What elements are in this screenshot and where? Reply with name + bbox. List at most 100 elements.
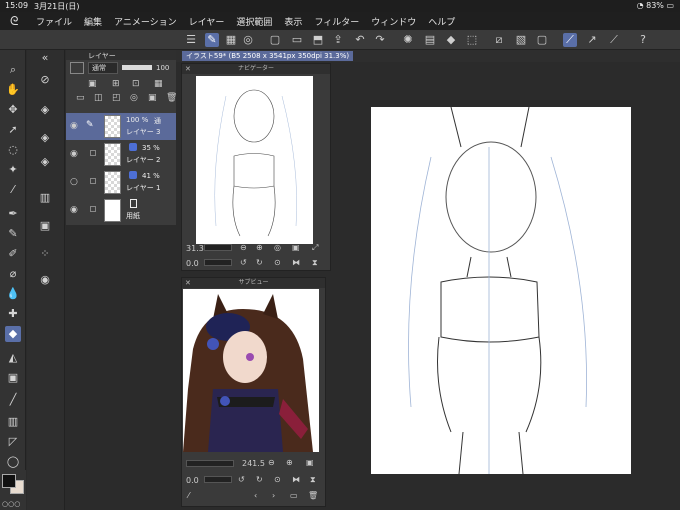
menu-edit[interactable]: 編集 [84, 15, 102, 28]
rotate-right-icon[interactable]: ↻ [256, 258, 263, 267]
flip-horizontal-icon[interactable]: ⧓ [292, 258, 300, 267]
zoom-in-icon[interactable]: ⊕ [256, 243, 263, 252]
pen-tool-icon[interactable]: ✒ [5, 206, 21, 222]
flip-vertical-icon[interactable]: ⧗ [312, 258, 318, 268]
special-ruler-snap-icon[interactable]: ↗ [585, 33, 599, 47]
open-image-icon[interactable]: ▭ [290, 491, 298, 500]
operation-tool-icon[interactable]: ➚ [5, 122, 21, 138]
layer-check[interactable] [90, 178, 96, 184]
layer-property-icon[interactable]: ◉ [37, 272, 53, 288]
save-icon[interactable]: ⬒ [311, 33, 325, 47]
delete-image-icon[interactable]: 🗑 [308, 491, 318, 500]
menu-file[interactable]: ファイル [36, 15, 72, 28]
invert-selection-icon[interactable]: ▧ [514, 33, 528, 47]
next-image-icon[interactable]: › [272, 491, 275, 500]
color-history-icon[interactable]: ▣ [37, 218, 53, 234]
eyedropper-icon[interactable]: ⁄ [188, 491, 189, 500]
app-logo-icon[interactable]: ᘓ [10, 14, 18, 29]
deselect-icon[interactable]: ⧄ [492, 33, 506, 47]
blend-tool-icon[interactable]: 💧 [5, 286, 21, 302]
eye-icon[interactable]: ○ [70, 177, 78, 187]
loading-icon[interactable]: ✺ [401, 33, 415, 47]
close-icon[interactable]: ✕ [185, 278, 191, 288]
clear-icon[interactable]: ▤ [423, 33, 437, 47]
menu-view[interactable]: 表示 [284, 15, 302, 28]
flip-vertical-icon[interactable]: ⧗ [310, 475, 316, 485]
close-icon[interactable]: ✕ [185, 64, 191, 74]
fill-tool-icon[interactable]: ◭ [5, 350, 21, 366]
undo-icon[interactable]: ↶ [353, 33, 367, 47]
transparent-color-icon[interactable]: ○○○ [2, 500, 20, 508]
eraser-tool-icon[interactable]: ◆ [5, 326, 21, 342]
fit-icon[interactable]: ▣ [306, 458, 314, 467]
clip-icon[interactable]: ⊞ [112, 79, 120, 89]
speech-bubble-icon[interactable]: ◯ [5, 454, 21, 470]
lasso-tool-icon[interactable]: ◌ [5, 142, 21, 158]
airbrush-tool-icon[interactable]: ⌀ [5, 266, 21, 282]
eye-icon[interactable]: ◉ [70, 149, 78, 159]
menu-layer[interactable]: レイヤー [189, 15, 225, 28]
mask-icon[interactable]: ◎ [130, 93, 138, 103]
navigator-preview[interactable] [196, 76, 313, 244]
color-swatch-icon[interactable]: ▥ [37, 190, 53, 206]
brush-tool-icon[interactable]: ✐ [5, 246, 21, 262]
zoom-in-icon[interactable]: ⊕ [286, 458, 293, 467]
grid-snap-icon[interactable]: ⟋ [607, 33, 621, 47]
zoom-out-icon[interactable]: ⊖ [268, 458, 275, 467]
layer-row[interactable]: ○ 41 % レイヤー 1 [66, 169, 176, 196]
blend-mode-select[interactable]: 通常 [88, 62, 118, 74]
transform-icon[interactable]: ⬚ [465, 33, 479, 47]
mask-apply-icon[interactable]: ▣ [148, 93, 157, 103]
menu-filter[interactable]: フィルター [314, 15, 359, 28]
lock-icon[interactable]: ▣ [88, 79, 97, 89]
subview-zoom-value[interactable]: 241.5 [242, 459, 265, 468]
layer-row[interactable]: ◉ 用紙 [66, 197, 176, 224]
hand-tool-icon[interactable]: ✋ [5, 82, 21, 98]
rotate-left-icon[interactable]: ↺ [238, 475, 245, 484]
redo-icon[interactable]: ↷ [373, 33, 387, 47]
layout-icon[interactable]: ▦ [224, 33, 238, 47]
ruler-tool-icon[interactable]: ◸ [5, 434, 21, 450]
menu-window[interactable]: ウィンドウ [371, 15, 416, 28]
gradient-tool-icon[interactable]: ▣ [5, 370, 21, 386]
canvas-tab[interactable]: イラスト59* (B5 2508 x 3541px 350dpi 31.3%) [182, 51, 354, 61]
menu-list-icon[interactable]: ☰ [184, 33, 198, 47]
fill-icon[interactable]: ◆ [444, 33, 458, 47]
open-file-icon[interactable]: ▭ [290, 33, 304, 47]
zoom-slider[interactable] [204, 244, 232, 251]
magic-wand-icon[interactable]: ✦ [5, 162, 21, 178]
actual-size-icon[interactable]: ◎ [274, 243, 281, 252]
flip-horizontal-icon[interactable]: ⧓ [292, 475, 300, 484]
layer-row[interactable]: ◉ ✎ 100 % 通 レイヤー 3 [66, 113, 176, 140]
export-icon[interactable]: ⇪ [331, 33, 345, 47]
zoom-tool-icon[interactable]: ⌕ [5, 62, 21, 78]
reference-image[interactable] [183, 289, 319, 452]
ref-icon[interactable]: ⊡ [132, 79, 140, 89]
reset-rotation-icon[interactable]: ⊙ [274, 475, 281, 484]
eraser-vector-icon[interactable]: ◈ [37, 154, 53, 170]
transparency-icon[interactable]: ▦ [154, 79, 163, 89]
selection-area-icon[interactable]: ▢ [535, 33, 549, 47]
eraser-hard-icon[interactable]: ◈ [37, 102, 53, 118]
rotate-right-icon[interactable]: ↻ [256, 475, 263, 484]
opacity-slider[interactable] [122, 65, 152, 70]
fit-icon[interactable]: ▣ [292, 243, 300, 252]
eyedropper-icon[interactable]: ⁄ [5, 182, 21, 198]
canvas-paper[interactable] [371, 106, 631, 475]
layer-row[interactable]: ◉ 35 % レイヤー 2 [66, 141, 176, 168]
zoom-value[interactable]: 31.3 [186, 244, 204, 253]
subtool-compass-icon[interactable]: ⊘ [37, 72, 53, 88]
new-folder-icon[interactable]: ◰ [112, 93, 121, 103]
help-icon[interactable]: ? [636, 33, 650, 47]
reset-rotation-icon[interactable]: ⊙ [274, 258, 281, 267]
layer-color-box[interactable] [70, 62, 84, 74]
subview-rotation-value[interactable]: 0.0 [186, 476, 199, 485]
view-icon[interactable]: ◎ [241, 33, 255, 47]
new-vector-icon[interactable]: ◫ [94, 93, 103, 103]
subtool-nav-icon[interactable]: « [37, 50, 53, 66]
subview-rotation-slider[interactable] [204, 476, 232, 483]
subview-zoom-slider[interactable] [186, 460, 234, 467]
previous-image-icon[interactable]: ‹ [254, 491, 257, 500]
eye-icon[interactable]: ◉ [70, 121, 78, 131]
new-file-icon[interactable]: ▢ [268, 33, 282, 47]
